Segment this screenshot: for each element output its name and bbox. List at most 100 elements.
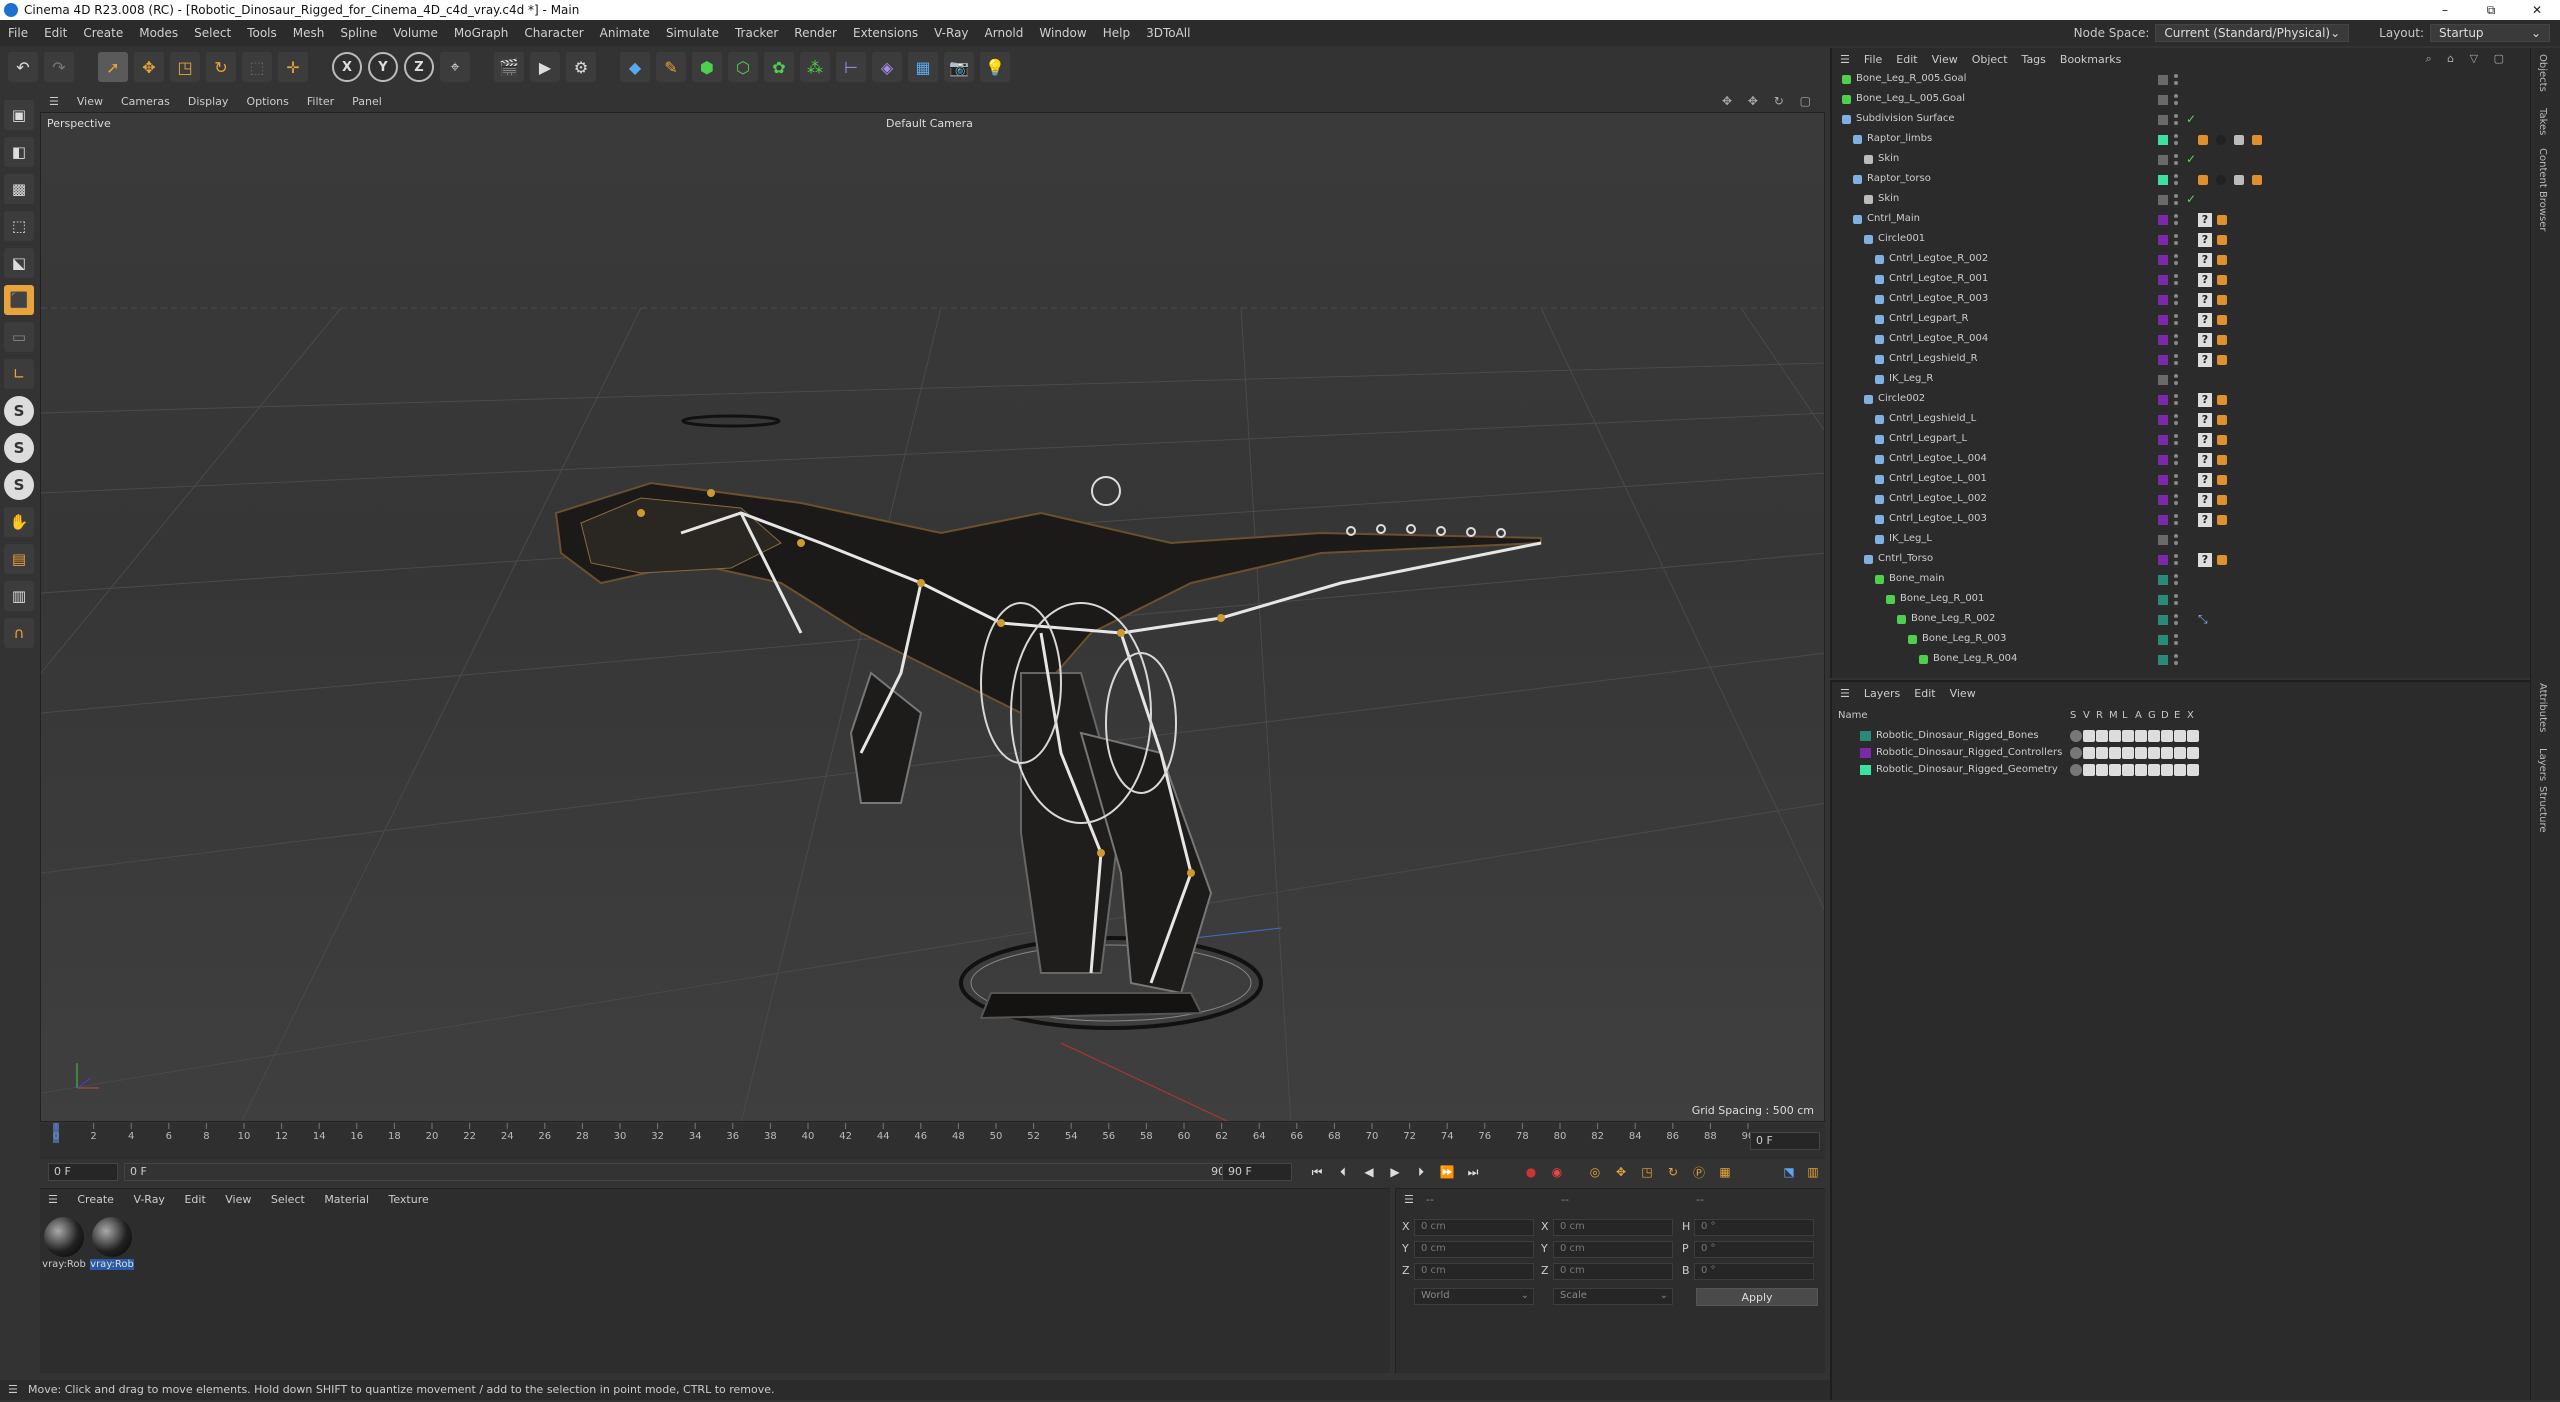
manager-icon[interactable]	[2109, 764, 2121, 776]
constraint-tag-icon[interactable]	[2217, 515, 2227, 525]
constraint-tag-icon[interactable]	[2217, 435, 2227, 445]
texture-tag-icon[interactable]	[2198, 175, 2208, 185]
animation-icon[interactable]	[2135, 730, 2147, 742]
layer-color-swatch[interactable]	[2158, 535, 2168, 545]
constraint-tag-icon[interactable]	[2217, 495, 2227, 505]
menu-3dtoall[interactable]: 3DToAll	[1138, 26, 1198, 40]
view-eye-icon[interactable]	[2083, 764, 2095, 776]
rot-p-field[interactable]: 0 °	[1694, 1241, 1814, 1258]
object-row[interactable]: Cntrl_Legtoe_R_004?	[1832, 330, 2522, 350]
material-menu-view[interactable]: View	[217, 1189, 259, 1211]
texture-mode-icon[interactable]: ▩	[4, 174, 34, 204]
object-row[interactable]: Skin ✓	[1832, 150, 2522, 170]
size-x-field[interactable]: 0 cm	[1553, 1219, 1673, 1236]
object-row[interactable]: Bone_main	[1832, 570, 2522, 590]
keyframe-selection-icon[interactable]: ◎	[1584, 1162, 1606, 1182]
extrude-generator-icon[interactable]: ⬡	[728, 52, 758, 82]
object-row[interactable]: Bone_Leg_R_005.Goal	[1832, 70, 2522, 90]
object-row[interactable]: Cntrl_Legshield_R?	[1832, 350, 2522, 370]
points-mode-icon[interactable]: ⬚	[4, 211, 34, 241]
unknown-tag-icon[interactable]: ?	[2198, 433, 2212, 447]
magnet-icon[interactable]: ∩	[4, 618, 34, 648]
grid-icon[interactable]: ▤	[4, 544, 34, 574]
cube-object-icon[interactable]: ◆	[620, 52, 650, 82]
layer-color-swatch[interactable]	[2158, 195, 2168, 205]
object-row[interactable]: Cntrl_Legtoe_L_002?	[1832, 490, 2522, 510]
axis-x-button[interactable]: X	[332, 52, 362, 82]
layer-color-swatch[interactable]	[2158, 235, 2168, 245]
solo-icon[interactable]	[2070, 730, 2082, 742]
object-row[interactable]: Bone_Leg_R_003	[1832, 630, 2522, 650]
layer-color-swatch[interactable]	[2158, 315, 2168, 325]
layer-row[interactable]: Robotic_Dinosaur_Rigged_Bones	[1832, 728, 2522, 745]
render-icon[interactable]	[2096, 764, 2108, 776]
object-row[interactable]: Bone_Leg_R_002 ⤡	[1832, 610, 2522, 630]
layer-color-swatch[interactable]	[2158, 455, 2168, 465]
object-row[interactable]: Bone_Leg_R_001	[1832, 590, 2522, 610]
layer-color-swatch[interactable]	[2158, 155, 2168, 165]
prev-frame-icon[interactable]: ◀	[1358, 1162, 1380, 1182]
layer-row[interactable]: Robotic_Dinosaur_Rigged_Geometry	[1832, 762, 2522, 779]
pen-spline-icon[interactable]: ✎	[656, 52, 686, 82]
pos-x-field[interactable]: 0 cm	[1414, 1219, 1534, 1236]
scheme-icon[interactable]: ⬔	[1778, 1162, 1800, 1182]
undo-icon[interactable]: ↶	[8, 52, 38, 82]
menu-mograph[interactable]: MoGraph	[446, 26, 517, 40]
unknown-tag-icon[interactable]: ?	[2198, 233, 2212, 247]
move-tool-icon[interactable]: ✥	[134, 52, 164, 82]
deformers-icon[interactable]	[2161, 730, 2173, 742]
end-frame-field[interactable]: 90 F	[1222, 1163, 1292, 1181]
coordinate-tool-icon[interactable]: ✛	[278, 52, 308, 82]
layer-color-swatch[interactable]	[2158, 375, 2168, 385]
visibility-dots-icon[interactable]	[2174, 272, 2178, 288]
visibility-dots-icon[interactable]	[2174, 152, 2178, 168]
unknown-tag-icon[interactable]: ?	[2198, 273, 2212, 287]
size-z-field[interactable]: 0 cm	[1553, 1263, 1673, 1280]
layer-color-swatch[interactable]	[2158, 475, 2168, 485]
render-to-picture-viewer-icon[interactable]: ▶	[530, 52, 560, 82]
visibility-dots-icon[interactable]	[2174, 492, 2178, 508]
material-swatch-2[interactable]: vray:Rob	[90, 1215, 134, 1273]
auto-keying-icon[interactable]: ◉	[1546, 1162, 1568, 1182]
lock-icon[interactable]	[2122, 764, 2134, 776]
pos-y-field[interactable]: 0 cm	[1414, 1241, 1534, 1258]
visibility-dots-icon[interactable]	[2174, 632, 2178, 648]
snap-s-button-2[interactable]: S	[4, 433, 34, 463]
pos-z-field[interactable]: 0 cm	[1414, 1263, 1534, 1280]
layer-color-swatch[interactable]	[2158, 75, 2168, 85]
visibility-dots-icon[interactable]	[2174, 392, 2178, 408]
layer-menu-layers[interactable]: Layers	[1864, 687, 1900, 700]
menu-animate[interactable]: Animate	[592, 26, 658, 40]
menu-character[interactable]: Character	[516, 26, 591, 40]
rotate-tool-icon[interactable]: ↻	[206, 52, 236, 82]
visibility-dots-icon[interactable]	[2174, 412, 2178, 428]
layer-color-swatch[interactable]	[1860, 765, 1871, 775]
xref-icon[interactable]	[2187, 747, 2199, 759]
object-menu-edit[interactable]: Edit	[1896, 53, 1917, 66]
visibility-dots-icon[interactable]	[2174, 552, 2178, 568]
xref-icon[interactable]	[2187, 730, 2199, 742]
redo-icon[interactable]: ↷	[44, 52, 74, 82]
goto-end-icon[interactable]: ⏭	[1462, 1162, 1484, 1182]
material-menu-vray[interactable]: V-Ray	[125, 1189, 173, 1211]
object-menu-bookmarks[interactable]: Bookmarks	[2060, 53, 2121, 66]
visibility-dots-icon[interactable]	[2174, 592, 2178, 608]
texture-tag-icon[interactable]	[2234, 175, 2244, 185]
viewport-menu-display[interactable]: Display	[179, 95, 238, 108]
unknown-tag-icon[interactable]: ?	[2198, 493, 2212, 507]
coordinate-system-icon[interactable]: ⌖	[440, 52, 470, 82]
object-row[interactable]: Cntrl_Legtoe_L_004?	[1832, 450, 2522, 470]
goto-start-icon[interactable]: ⏮	[1306, 1162, 1328, 1182]
object-row[interactable]: Cntrl_Legshield_L?	[1832, 410, 2522, 430]
unknown-tag-icon[interactable]: ?	[2198, 453, 2212, 467]
visibility-dots-icon[interactable]	[2174, 432, 2178, 448]
subdivision-generator-icon[interactable]: ⬢	[692, 52, 722, 82]
frame-range-slider[interactable]: 0 F 90 F	[124, 1163, 1242, 1181]
material-menu-edit[interactable]: Edit	[176, 1189, 213, 1211]
generators-icon[interactable]	[2148, 747, 2160, 759]
object-row[interactable]: Raptor_torso	[1832, 170, 2522, 190]
snap-s-button-3[interactable]: S	[4, 470, 34, 500]
playhead[interactable]	[53, 1123, 59, 1143]
visibility-dots-icon[interactable]	[2174, 512, 2178, 528]
record-active-icon[interactable]: ●	[1520, 1162, 1542, 1182]
